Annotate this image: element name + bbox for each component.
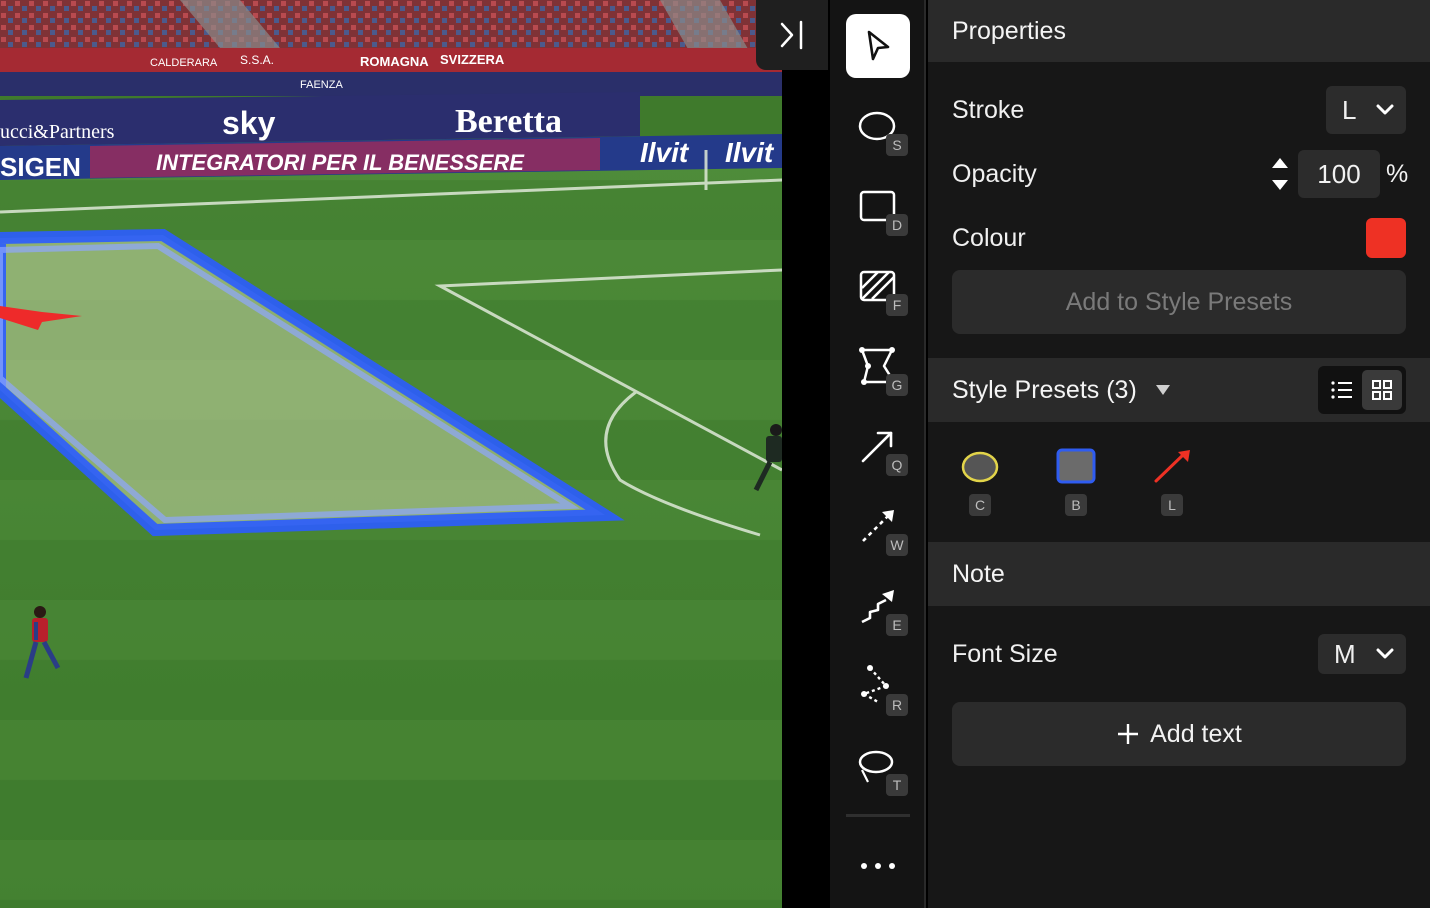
chevron-down-icon: [1376, 104, 1394, 115]
note-title: Note: [952, 559, 1005, 588]
triangle-down-icon: [1155, 385, 1170, 395]
stroke-size-value: L: [1342, 94, 1357, 125]
opacity-stepper[interactable]: [1270, 156, 1290, 192]
ad-romagna: ROMAGNA: [360, 54, 429, 69]
style-preset-ellipse[interactable]: C: [950, 448, 1010, 528]
note-header: Note: [928, 542, 1430, 606]
panel-gap: [782, 0, 830, 908]
multi-arrow-tool[interactable]: R: [846, 654, 910, 718]
shortcut-key: G: [886, 374, 908, 396]
properties-panel: Properties Stroke L Opacity 100 % Colour…: [928, 0, 1430, 908]
line-preset-icon: [1154, 450, 1190, 483]
stroke-size-select[interactable]: L: [1326, 86, 1406, 134]
grid-view-button[interactable]: [1362, 370, 1402, 410]
preset-shortcut-key: B: [1065, 494, 1087, 516]
rectangle-preset-icon: [1056, 448, 1096, 484]
arrow-tool[interactable]: Q: [846, 414, 910, 478]
ad-calderara: CALDERARA: [150, 57, 218, 69]
shortcut-key: Q: [886, 454, 908, 476]
stroke-label: Stroke: [952, 96, 1025, 124]
shortcut-key: R: [886, 694, 908, 716]
add-text-label: Add text: [1150, 719, 1242, 748]
spotlight-tool[interactable]: T: [846, 734, 910, 798]
opacity-label: Opacity: [952, 160, 1037, 188]
ellipse-preset-icon: [961, 451, 999, 483]
list-view-button[interactable]: [1322, 370, 1362, 410]
plus-icon: [1118, 724, 1139, 744]
add-to-style-presets-button[interactable]: Add to Style Presets: [952, 270, 1406, 334]
drawing-toolbar: S D F G Q W E R T: [830, 0, 926, 908]
shortcut-key: W: [886, 534, 908, 556]
list-view-icon: [1331, 381, 1352, 399]
shortcut-key: F: [886, 294, 908, 316]
font-size-value: M: [1334, 638, 1356, 669]
opacity-value: 100: [1317, 158, 1361, 189]
ad-integratori: INTEGRATORI PER IL BENESSERE: [156, 150, 525, 175]
properties-header: Properties: [928, 0, 1430, 62]
ad-ilvit-2: Ilvit: [725, 137, 775, 168]
shortcut-key: D: [886, 214, 908, 236]
opacity-input[interactable]: 100: [1298, 150, 1380, 198]
ad-sky: sky: [222, 105, 276, 141]
properties-title: Properties: [952, 16, 1066, 45]
grid-view-icon: [1372, 380, 1392, 400]
ad-beretta: Beretta: [455, 103, 562, 140]
more-horizontal-icon: [861, 863, 895, 869]
add-to-style-presets-label: Add to Style Presets: [1065, 287, 1293, 316]
select-tool[interactable]: [846, 14, 910, 78]
preset-shortcut-key: L: [1161, 494, 1183, 516]
shortcut-key: S: [886, 134, 908, 156]
style-presets-title: Style Presets (3): [952, 375, 1137, 404]
ad-ssa: S.S.A.: [240, 53, 274, 67]
dribble-arrow-tool[interactable]: E: [846, 574, 910, 638]
pitch-scene: ROMAGNA SVIZZERA CALDERARA S.S.A. FAENZA…: [0, 0, 782, 908]
more-tools-button[interactable]: [846, 834, 910, 898]
colour-swatch[interactable]: [1366, 218, 1406, 258]
font-size-select[interactable]: M: [1318, 634, 1406, 674]
ad-faenza: FAENZA: [300, 79, 343, 91]
ellipse-tool[interactable]: S: [846, 94, 910, 158]
toolbar-divider: [846, 814, 910, 817]
polygon-tool[interactable]: G: [846, 334, 910, 398]
opacity-unit: %: [1386, 160, 1409, 188]
ad-partners: ucci&Partners: [0, 121, 115, 143]
style-preset-line[interactable]: L: [1142, 448, 1202, 528]
stepper-arrows-icon: [1272, 158, 1288, 190]
dashed-arrow-tool[interactable]: W: [846, 494, 910, 558]
style-preset-rectangle[interactable]: B: [1046, 448, 1106, 528]
ad-ilvit-1: Ilvit: [640, 137, 690, 168]
colour-label: Colour: [952, 224, 1026, 252]
view-mode-toggle: [1318, 366, 1406, 414]
collapse-panel-button[interactable]: [756, 0, 828, 70]
preset-shortcut-key: C: [969, 494, 991, 516]
collapse-right-icon: [780, 20, 803, 50]
add-text-button[interactable]: Add text: [952, 702, 1406, 766]
cursor-arrow-icon: [867, 30, 890, 61]
video-frame[interactable]: ROMAGNA SVIZZERA CALDERARA S.S.A. FAENZA…: [0, 0, 782, 908]
ad-sigen: SIGEN: [0, 152, 81, 182]
filled-area-tool[interactable]: F: [846, 254, 910, 318]
rectangle-tool[interactable]: D: [846, 174, 910, 238]
ad-svizzera: SVIZZERA: [440, 52, 505, 67]
shortcut-key: E: [886, 614, 908, 636]
shortcut-key: T: [886, 774, 908, 796]
chevron-down-icon: [1376, 648, 1394, 659]
font-size-label: Font Size: [952, 640, 1058, 668]
